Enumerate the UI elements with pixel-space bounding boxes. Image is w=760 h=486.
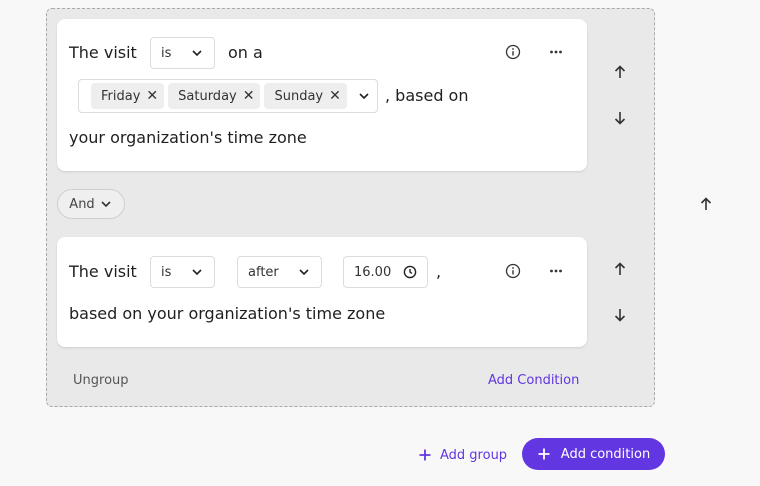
day-chip-saturday: Saturday ✕ — [168, 83, 261, 109]
arrow-up-icon[interactable] — [696, 194, 716, 214]
condition-2-timezone-text: based on your organization's time zone — [69, 304, 386, 323]
add-group-label: Add group — [440, 447, 508, 463]
chevron-down-icon — [192, 50, 202, 57]
condition-1-middle-text: on a — [228, 43, 263, 62]
close-icon[interactable]: ✕ — [329, 89, 341, 103]
time-input-value: 16.00 — [354, 264, 392, 280]
condition-2-operator-value: is — [161, 264, 172, 280]
add-condition-button[interactable]: Add condition — [522, 438, 665, 470]
chevron-down-icon — [101, 201, 111, 208]
time-input[interactable]: 16.00 — [343, 256, 428, 288]
more-horizontal-icon[interactable] — [546, 42, 566, 62]
day-chip-sunday: Sunday ✕ — [264, 83, 347, 109]
arrow-up-icon[interactable] — [610, 259, 630, 279]
add-group-button[interactable]: Add group — [418, 444, 507, 466]
add-condition-link[interactable]: Add Condition — [488, 373, 579, 388]
and-connector-select[interactable]: And — [57, 189, 125, 219]
condition-card-1: The visit is on a Friday ✕ Saturday ✕ Su… — [57, 19, 587, 171]
close-icon[interactable]: ✕ — [243, 89, 255, 103]
chevron-down-icon[interactable] — [357, 89, 371, 103]
condition-1-operator-select[interactable]: is — [150, 37, 215, 69]
condition-1-prefix: The visit — [69, 43, 137, 62]
plus-icon — [538, 448, 550, 460]
condition-card-2: The visit is after 16.00 , based on your… — [57, 237, 587, 347]
day-chip-label: Friday — [101, 88, 141, 104]
condition-2-comma: , — [436, 262, 442, 281]
condition-2-prefix: The visit — [69, 262, 137, 281]
condition-2-comparison-value: after — [248, 264, 279, 280]
info-icon[interactable] — [503, 261, 523, 281]
day-chip-label: Saturday — [178, 88, 237, 104]
day-chip-label: Sunday — [274, 88, 324, 104]
plus-icon — [419, 449, 431, 461]
add-condition-label: Add condition — [560, 446, 651, 462]
info-icon[interactable] — [503, 42, 523, 62]
day-chip-friday: Friday ✕ — [91, 83, 165, 109]
ungroup-button[interactable]: Ungroup — [73, 373, 129, 388]
more-horizontal-icon[interactable] — [546, 261, 566, 281]
arrow-down-icon[interactable] — [610, 108, 630, 128]
condition-1-timezone-text: your organization's time zone — [69, 128, 307, 147]
arrow-down-icon[interactable] — [610, 305, 630, 325]
and-connector-label: And — [69, 196, 95, 212]
condition-2-operator-select[interactable]: is — [150, 256, 215, 288]
condition-1-operator-value: is — [161, 45, 172, 61]
close-icon[interactable]: ✕ — [146, 89, 158, 103]
arrow-up-icon[interactable] — [610, 62, 630, 82]
condition-2-comparison-select[interactable]: after — [237, 256, 322, 288]
days-multi-select[interactable]: Friday ✕ Saturday ✕ Sunday ✕ — [78, 79, 378, 113]
chevron-down-icon — [299, 269, 309, 276]
condition-1-suffix: , based on — [385, 86, 469, 105]
chevron-down-icon — [192, 269, 202, 276]
clock-icon[interactable] — [403, 265, 417, 279]
